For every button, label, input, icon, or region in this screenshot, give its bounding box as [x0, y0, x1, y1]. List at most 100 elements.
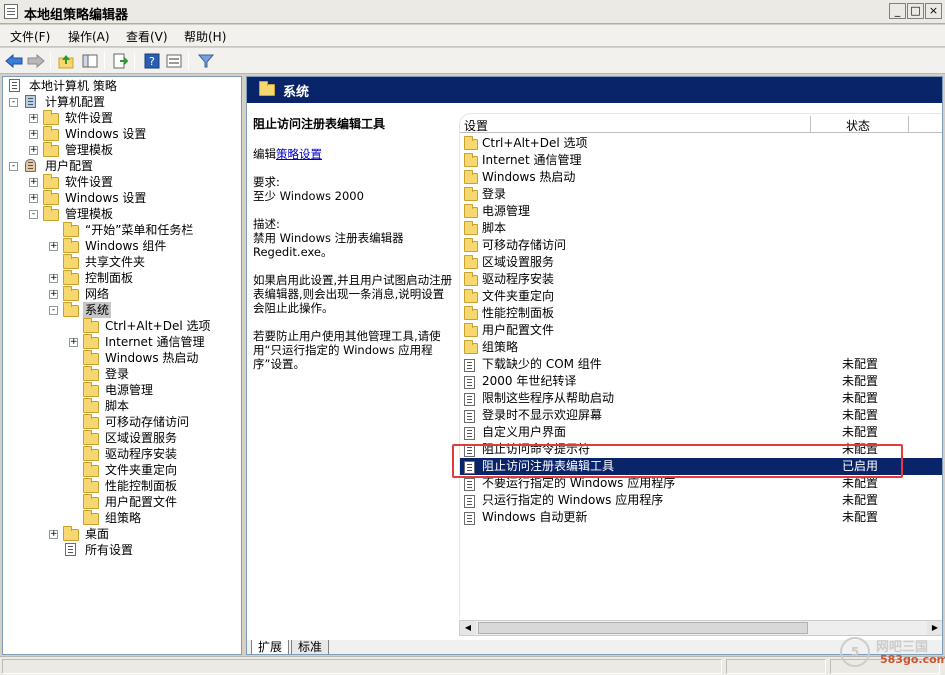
expand-icon[interactable]: + — [49, 274, 58, 283]
policy-icon — [464, 512, 475, 525]
column-setting[interactable]: 设置 — [464, 117, 488, 134]
properties-icon[interactable] — [164, 51, 184, 71]
tree-item[interactable]: Windows 热启动 — [103, 350, 200, 366]
tree-item[interactable]: 组策略 — [103, 510, 143, 526]
list-item-folder[interactable]: 电源管理 — [460, 203, 942, 220]
list-item-policy[interactable]: 下载缺少的 COM 组件 未配置 — [460, 356, 942, 373]
tree-item[interactable]: 用户配置 — [43, 158, 95, 174]
list-item-policy[interactable]: Windows 自动更新 未配置 — [460, 509, 942, 526]
tree-item[interactable]: 桌面 — [83, 526, 111, 542]
description-label: 描述: — [253, 217, 280, 231]
expand-icon[interactable]: + — [29, 194, 38, 203]
list-item-folder[interactable]: 驱动程序安装 — [460, 271, 942, 288]
tree-item[interactable]: 电源管理 — [103, 382, 155, 398]
back-arrow-icon[interactable] — [4, 51, 24, 71]
column-state[interactable]: 状态 — [846, 117, 870, 134]
tree-item[interactable]: “开始”菜单和任务栏 — [83, 222, 195, 238]
filter-icon[interactable] — [196, 51, 216, 71]
tree-item[interactable]: 脚本 — [103, 398, 131, 414]
expand-icon[interactable]: + — [49, 290, 58, 299]
menu-file[interactable]: 文件(F) — [10, 28, 50, 45]
tree-item[interactable]: Windows 设置 — [63, 126, 148, 142]
list-item-policy[interactable]: 阻止访问注册表编辑工具 已启用 — [460, 458, 942, 475]
list-item-folder[interactable]: 脚本 — [460, 220, 942, 237]
expand-icon[interactable]: + — [29, 114, 38, 123]
list-item-policy[interactable]: 登录时不显示欢迎屏幕 未配置 — [460, 407, 942, 424]
tab-extended[interactable]: 扩展 — [251, 640, 290, 654]
tree-item[interactable]: 登录 — [103, 366, 131, 382]
scroll-right-icon[interactable]: ▶ — [927, 621, 942, 635]
collapse-icon[interactable]: - — [49, 306, 58, 315]
list-item-policy[interactable]: 限制这些程序从帮助启动 未配置 — [460, 390, 942, 407]
forward-arrow-icon[interactable] — [26, 51, 46, 71]
expand-icon[interactable]: + — [29, 146, 38, 155]
expand-icon[interactable]: + — [29, 130, 38, 139]
setting-name: 脚本 — [482, 221, 507, 235]
tab-standard[interactable]: 标准 — [291, 640, 330, 654]
list-item-folder[interactable]: Internet 通信管理 — [460, 152, 942, 169]
tree-item[interactable]: 系统 — [83, 302, 112, 318]
tree-item[interactable]: 区域设置服务 — [103, 430, 179, 446]
list-item-policy[interactable]: 自定义用户界面 未配置 — [460, 424, 942, 441]
setting-name: 只运行指定的 Windows 应用程序 — [482, 493, 664, 507]
setting-state: 未配置 — [842, 425, 879, 439]
horizontal-scrollbar[interactable]: ◀ ▶ — [459, 620, 942, 636]
tree-item[interactable]: Windows 组件 — [83, 238, 168, 254]
folder-icon — [83, 334, 99, 349]
list-item-folder[interactable]: 性能控制面板 — [460, 305, 942, 322]
list-item-policy[interactable]: 2000 年世纪转译 未配置 — [460, 373, 942, 390]
expand-icon[interactable]: + — [69, 338, 78, 347]
expand-icon[interactable]: + — [29, 178, 38, 187]
tree-item[interactable]: 管理模板 — [63, 206, 115, 222]
tree-item[interactable]: 控制面板 — [83, 270, 135, 286]
menu-view[interactable]: 查看(V) — [126, 28, 168, 45]
list-item-folder[interactable]: 用户配置文件 — [460, 322, 942, 339]
list-item-folder[interactable]: 区域设置服务 — [460, 254, 942, 271]
setting-state: 未配置 — [842, 442, 879, 456]
list-item-folder[interactable]: 登录 — [460, 186, 942, 203]
collapse-icon[interactable]: - — [9, 162, 18, 171]
expand-icon[interactable]: + — [49, 242, 58, 251]
list-item-folder[interactable]: 可移动存储访问 — [460, 237, 942, 254]
menu-action[interactable]: 操作(A) — [68, 28, 110, 45]
tree-pane[interactable]: 本地计算机 策略 - 计算机配置 + 软件设置 + Windows 设置 + 管理模板 - 用户配置… — [2, 76, 242, 655]
tree-item[interactable]: Windows 设置 — [63, 190, 148, 206]
tree-item[interactable]: Ctrl+Alt+Del 选项 — [103, 318, 212, 334]
list-item-folder[interactable]: 组策略 — [460, 339, 942, 356]
settings-list[interactable]: 设置 状态 Ctrl+Alt+Del 选项 Internet 通信管理 Window… — [459, 113, 942, 618]
list-item-folder[interactable]: Windows 热启动 — [460, 169, 942, 186]
tree-item[interactable]: 用户配置文件 — [103, 494, 179, 510]
tree-item[interactable]: 软件设置 — [63, 110, 115, 126]
expand-icon[interactable]: + — [49, 530, 58, 539]
up-folder-icon[interactable] — [56, 51, 76, 71]
tree-item[interactable]: 文件夹重定向 — [103, 462, 179, 478]
list-item-policy[interactable]: 不要运行指定的 Windows 应用程序 未配置 — [460, 475, 942, 492]
tree-item[interactable]: 软件设置 — [63, 174, 115, 190]
export-list-icon[interactable] — [110, 51, 130, 71]
tree-item[interactable]: 本地计算机 策略 — [27, 78, 119, 94]
list-item-policy[interactable]: 阻止访问命令提示符 未配置 — [460, 441, 942, 458]
tree-item[interactable]: 可移动存储访问 — [103, 414, 191, 430]
list-item-policy[interactable]: 只运行指定的 Windows 应用程序 未配置 — [460, 492, 942, 509]
scroll-left-icon[interactable]: ◀ — [460, 621, 476, 635]
tree-item[interactable]: Internet 通信管理 — [103, 334, 206, 350]
tree-item[interactable]: 性能控制面板 — [103, 478, 179, 494]
collapse-icon[interactable]: - — [9, 98, 18, 107]
maximize-button[interactable]: □ — [907, 3, 924, 19]
tree-item[interactable]: 驱动程序安装 — [103, 446, 179, 462]
edit-policy-link[interactable]: 策略设置 — [276, 147, 322, 161]
list-item-folder[interactable]: 文件夹重定向 — [460, 288, 942, 305]
tree-item[interactable]: 共享文件夹 — [83, 254, 147, 270]
tree-item[interactable]: 计算机配置 — [43, 94, 107, 110]
tree-item[interactable]: 所有设置 — [83, 542, 135, 558]
scroll-thumb[interactable] — [478, 622, 808, 634]
menu-help[interactable]: 帮助(H) — [184, 28, 226, 45]
help-icon[interactable]: ? — [142, 51, 162, 71]
show-hide-tree-icon[interactable] — [80, 51, 100, 71]
tree-item[interactable]: 管理模板 — [63, 142, 115, 158]
collapse-icon[interactable]: - — [29, 210, 38, 219]
minimize-button[interactable]: _ — [889, 3, 906, 19]
tree-item[interactable]: 网络 — [83, 286, 111, 302]
list-item-folder[interactable]: Ctrl+Alt+Del 选项 — [460, 135, 942, 152]
close-button[interactable]: × — [925, 3, 942, 19]
